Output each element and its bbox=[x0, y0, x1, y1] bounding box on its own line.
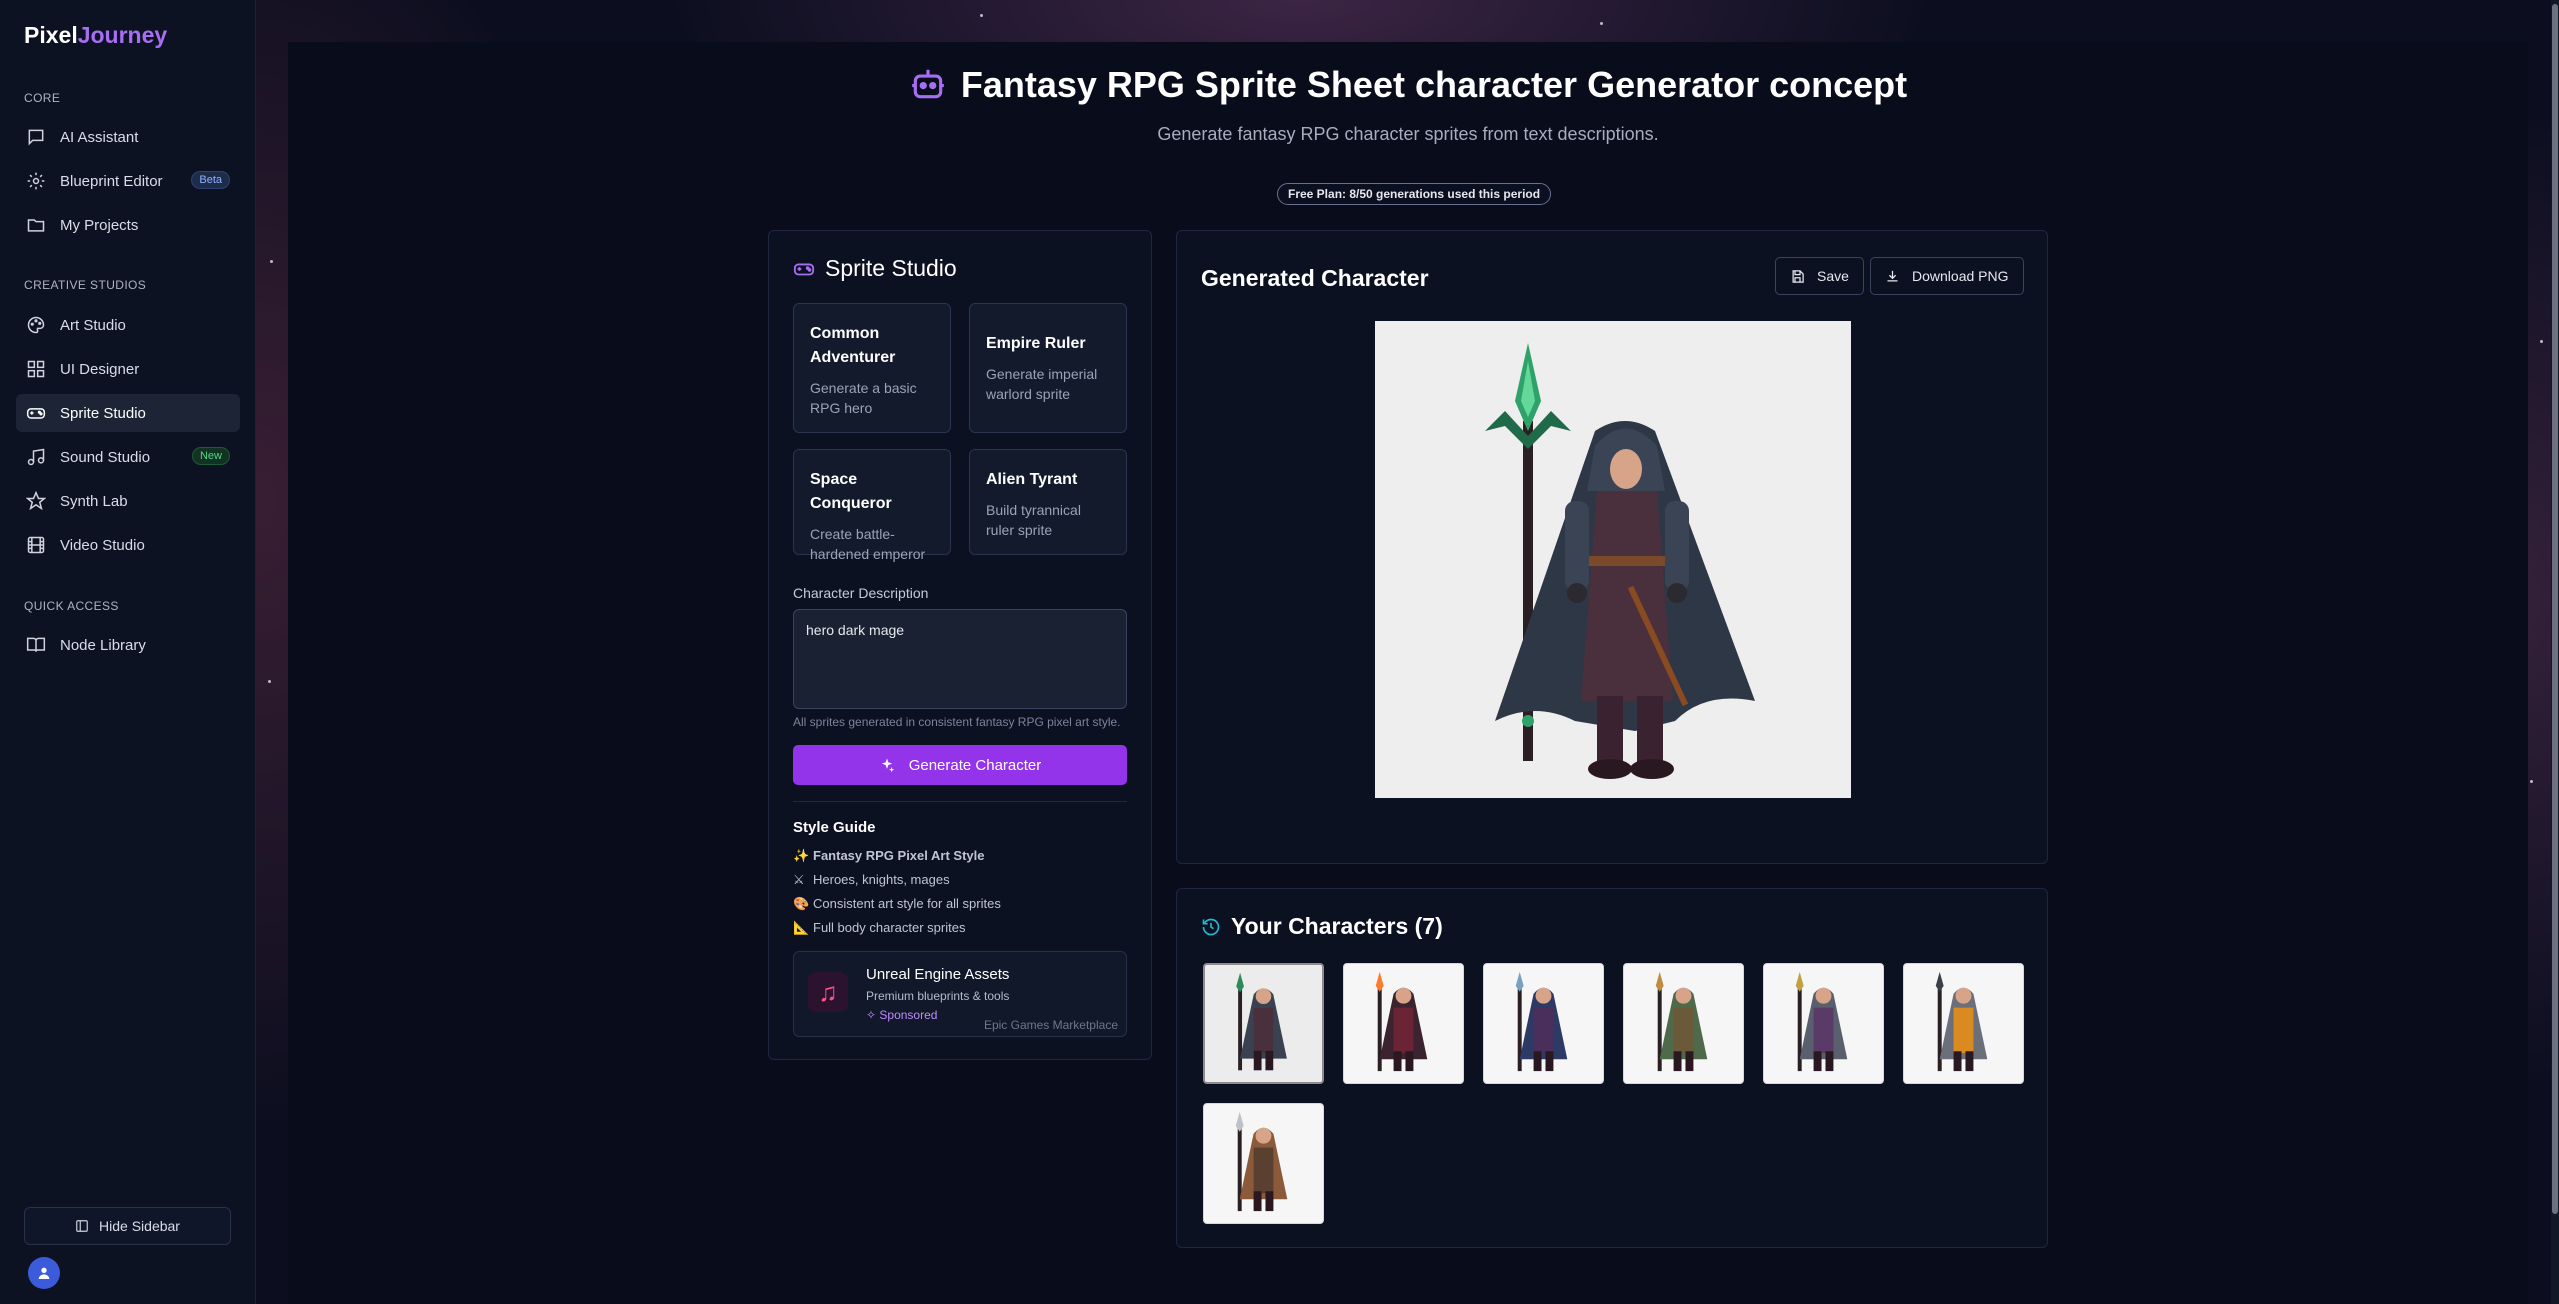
download-icon bbox=[1887, 270, 1898, 281]
sidebar-item-synth-lab[interactable]: Synth Lab bbox=[16, 482, 240, 520]
chat-icon bbox=[28, 129, 44, 146]
style-guide-item: 🎨 Consistent art style for all sprites bbox=[793, 896, 1001, 911]
your-characters-panel: Your Characters (7) bbox=[1176, 888, 2048, 1248]
studio-title: Sprite Studio bbox=[793, 255, 957, 282]
sidebar-item-my-projects[interactable]: My Projects bbox=[16, 206, 240, 244]
palette-icon bbox=[27, 316, 45, 334]
avatar[interactable] bbox=[28, 1257, 60, 1289]
gamepad-icon bbox=[793, 263, 815, 275]
sidebar-item-blueprint-editor[interactable]: Blueprint Editor Beta bbox=[16, 162, 240, 200]
character-sprite bbox=[1375, 971, 1428, 1072]
sidebar: PixelJourney CORE AI Assistant Blueprint… bbox=[0, 0, 256, 1304]
robot-icon bbox=[911, 69, 944, 99]
preset-common-adventurer[interactable]: Common Adventurer Generate a basic RPG h… bbox=[793, 303, 951, 433]
character-sprite bbox=[1236, 972, 1287, 1071]
character-thumbnail-armored-warrior[interactable] bbox=[1623, 963, 1744, 1084]
section-core: CORE bbox=[24, 91, 61, 105]
grid-icon bbox=[27, 360, 45, 378]
scrollbar-thumb[interactable] bbox=[2552, 4, 2558, 1214]
film-icon bbox=[27, 536, 45, 554]
sprite-studio-panel: Sprite Studio Common Adventurer Generate… bbox=[768, 230, 1152, 1060]
generated-title: Generated Character bbox=[1201, 265, 1429, 291]
style-guide-title: Style Guide bbox=[793, 819, 876, 836]
sidebar-item-video-studio[interactable]: Video Studio bbox=[16, 526, 240, 564]
sidebar-item-sprite-studio[interactable]: Sprite Studio bbox=[16, 394, 240, 432]
character-sprite bbox=[1235, 1111, 1288, 1212]
music-app-icon: ♫ bbox=[808, 972, 848, 1012]
character-thumbnail-sword-knight[interactable] bbox=[1903, 963, 2024, 1084]
preset-space-conqueror[interactable]: Space Conqueror Create battle-hardened e… bbox=[793, 449, 951, 562]
generate-character-button[interactable]: Generate Character bbox=[793, 745, 1127, 785]
style-guide-item: ⚔ Heroes, knights, mages bbox=[793, 872, 950, 887]
main-content: Fantasy RPG Sprite Sheet character Gener… bbox=[288, 42, 2528, 1304]
section-quick-access: QUICK ACCESS bbox=[24, 599, 119, 613]
sidebar-toggle-icon bbox=[76, 1220, 88, 1232]
gamepad-icon bbox=[26, 408, 46, 419]
sidebar-item-ai-assistant[interactable]: AI Assistant bbox=[16, 118, 240, 156]
description-label: Character Description bbox=[793, 585, 929, 601]
beta-badge: Beta bbox=[191, 171, 230, 189]
sidebar-item-ui-designer[interactable]: UI Designer bbox=[16, 350, 240, 388]
generated-character-panel: Generated Character Save Download PNG bbox=[1176, 230, 2048, 864]
save-icon bbox=[1792, 269, 1804, 283]
character-thumbnail-scythe-knight[interactable] bbox=[1763, 963, 1884, 1084]
sponsored-ad[interactable]: ♫ Unreal Engine Assets Premium blueprint… bbox=[793, 951, 1127, 1037]
new-badge: New bbox=[191, 447, 230, 465]
book-icon bbox=[26, 637, 46, 652]
scrollbar[interactable] bbox=[2551, 0, 2559, 1304]
style-hint: All sprites generated in consistent fant… bbox=[793, 715, 1121, 729]
section-creative-studios: CREATIVE STUDIOS bbox=[24, 278, 147, 292]
download-png-button[interactable]: Download PNG bbox=[1870, 257, 2024, 295]
app-logo[interactable]: PixelJourney bbox=[24, 22, 167, 49]
folder-icon bbox=[27, 219, 45, 232]
hide-sidebar-button[interactable]: Hide Sidebar bbox=[24, 1207, 231, 1245]
music-note-icon bbox=[27, 448, 45, 466]
sidebar-item-sound-studio[interactable]: Sound Studio New bbox=[16, 438, 240, 476]
user-icon bbox=[38, 1267, 50, 1279]
preset-alien-tyrant[interactable]: Alien Tyrant Build tyrannical ruler spri… bbox=[969, 449, 1127, 555]
sparkles-icon bbox=[881, 758, 895, 773]
gear-icon bbox=[27, 172, 45, 190]
character-description-input[interactable]: hero dark mage bbox=[793, 609, 1127, 709]
sidebar-item-art-studio[interactable]: Art Studio bbox=[16, 306, 240, 344]
character-thumbnail-fire-mage[interactable] bbox=[1343, 963, 1464, 1084]
character-thumbnail-swordsman[interactable] bbox=[1203, 1103, 1324, 1224]
divider bbox=[793, 801, 1127, 802]
character-sprite bbox=[1795, 971, 1848, 1072]
history-icon bbox=[1202, 918, 1220, 935]
preset-empire-ruler[interactable]: Empire Ruler Generate imperial warlord s… bbox=[969, 303, 1127, 433]
save-button[interactable]: Save bbox=[1775, 257, 1864, 295]
page-subtitle: Generate fantasy RPG character sprites f… bbox=[1157, 124, 1659, 144]
sidebar-item-node-library[interactable]: Node Library bbox=[16, 626, 240, 664]
character-sprite bbox=[1515, 971, 1568, 1072]
character-thumbnail-dark-mage[interactable] bbox=[1203, 963, 1324, 1084]
sparkle-icon: ✧ bbox=[866, 1008, 880, 1022]
character-sprite bbox=[1935, 971, 1988, 1072]
style-guide-item: 📐 Full body character sprites bbox=[793, 920, 966, 935]
star-icon bbox=[26, 491, 46, 511]
your-characters-title: Your Characters (7) bbox=[1201, 913, 1443, 940]
character-thumbnail-trident-mage[interactable] bbox=[1483, 963, 1604, 1084]
dark-mage-sprite bbox=[1485, 343, 1755, 779]
character-sprite bbox=[1655, 971, 1708, 1072]
generated-character-image bbox=[1375, 321, 1851, 798]
plan-usage-badge: Free Plan: 8/50 generations used this pe… bbox=[1277, 183, 1552, 205]
style-guide-item: ✨ Fantasy RPG Pixel Art Style bbox=[793, 848, 985, 863]
page-title: Fantasy RPG Sprite Sheet character Gener… bbox=[288, 64, 2528, 106]
